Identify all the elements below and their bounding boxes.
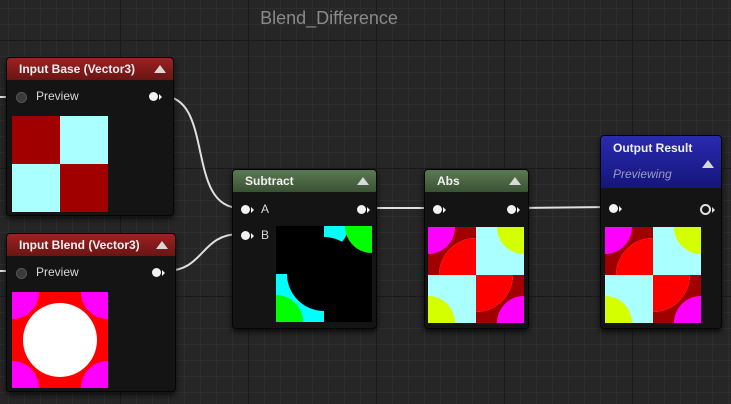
output-pin[interactable] <box>152 268 165 277</box>
collapse-arrow-icon[interactable] <box>702 160 714 168</box>
output-result-header[interactable]: Output Result Previewing <box>601 136 721 188</box>
subtract-pin-a-label: A <box>261 202 270 216</box>
output-pin[interactable] <box>149 92 162 101</box>
input-blend-preview <box>12 292 108 388</box>
input-base-title: Input Base (Vector3) <box>19 62 136 76</box>
collapse-arrow-icon[interactable] <box>154 65 166 73</box>
preview-label: Preview <box>36 89 79 103</box>
abs-node[interactable]: Abs <box>424 169 529 329</box>
abs-header[interactable]: Abs <box>425 170 528 192</box>
input-blend-header[interactable]: Input Blend (Vector3) <box>7 234 175 256</box>
preview-input-pin[interactable] <box>16 268 27 279</box>
output-result-exec-pin[interactable] <box>700 204 715 215</box>
input-base-preview <box>12 116 108 212</box>
preview-label: Preview <box>36 265 79 279</box>
checker-preview-image <box>12 116 108 212</box>
output-result-title: Output Result <box>613 141 693 155</box>
subtract-pin-b[interactable] <box>241 231 254 240</box>
input-blend-title: Input Blend (Vector3) <box>19 238 140 252</box>
subtract-pin-a[interactable] <box>241 205 254 214</box>
abs-preview-image <box>428 227 524 323</box>
circle-preview-image <box>12 292 108 388</box>
subtract-preview-image <box>276 226 372 322</box>
subtract-header[interactable]: Subtract <box>233 170 376 192</box>
abs-input-pin[interactable] <box>433 205 446 214</box>
subtract-title: Subtract <box>245 174 294 188</box>
output-preview <box>605 227 701 323</box>
input-blend-node[interactable]: Input Blend (Vector3) Preview <box>6 233 176 392</box>
wire-abs-to-output <box>517 206 610 209</box>
wire-blend-to-subtract-b <box>164 233 241 272</box>
output-result-input-pin[interactable] <box>609 204 622 213</box>
subtract-node[interactable]: Subtract A B <box>232 169 377 329</box>
subtract-pin-b-label: B <box>261 228 270 242</box>
collapse-arrow-icon[interactable] <box>156 241 168 249</box>
abs-title: Abs <box>437 174 460 188</box>
abs-preview <box>428 227 524 323</box>
input-base-node[interactable]: Input Base (Vector3) Preview <box>6 57 174 216</box>
collapse-arrow-icon[interactable] <box>509 177 521 185</box>
output-result-node[interactable]: Output Result Previewing <box>600 135 722 329</box>
abs-output-pin[interactable] <box>507 205 520 214</box>
output-preview-image <box>605 227 701 323</box>
input-base-header[interactable]: Input Base (Vector3) <box>7 58 173 80</box>
preview-input-pin[interactable] <box>16 92 27 103</box>
collapse-arrow-icon[interactable] <box>357 177 369 185</box>
subtract-preview <box>276 226 372 322</box>
subtract-output-pin[interactable] <box>357 205 370 214</box>
